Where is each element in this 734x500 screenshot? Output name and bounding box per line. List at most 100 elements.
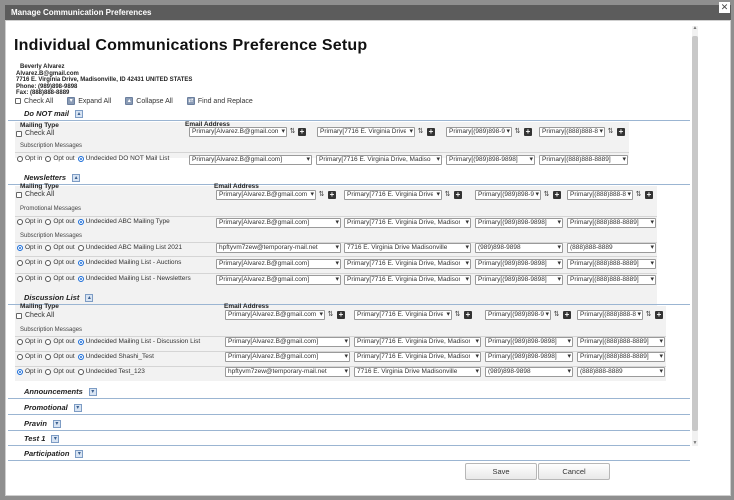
opt-out-radio[interactable]	[45, 275, 52, 282]
save-button[interactable]: Save	[465, 463, 537, 480]
sort-icon[interactable]: ⇅	[543, 191, 550, 199]
email-select[interactable]: Primary[Alvarez.B@gmail.com]	[225, 337, 350, 347]
undecided-radio[interactable]	[77, 368, 84, 375]
add-icon[interactable]: +	[645, 191, 653, 199]
address-select[interactable]: Primary[7716 E. Virginia Drive, Madisonv…	[354, 352, 481, 362]
address-select[interactable]: 7716 E. Virginia Drive Madisonville	[354, 367, 481, 377]
section-newsletters[interactable]: Newsletters ▴	[8, 171, 690, 185]
fax-select[interactable]: (888)888-8889	[567, 243, 656, 253]
email-select[interactable]: Primary[Alvarez.B@gmail.com]	[216, 259, 341, 269]
opt-in-radio[interactable]	[17, 338, 23, 345]
add-icon[interactable]: +	[328, 191, 336, 199]
subscription-row[interactable]: Opt in Opt out Undecided DO NOT Mail Lis…	[16, 155, 169, 162]
expand-all-button[interactable]: ▾ Expand All	[67, 97, 111, 105]
section-promotional[interactable]: Promotional ▾	[8, 401, 690, 415]
sort-icon[interactable]: ⇅	[645, 311, 652, 319]
opt-out-radio[interactable]	[45, 155, 52, 162]
fax-select[interactable]: Primary[(888)888-8889]	[567, 259, 656, 269]
scroll-down-icon[interactable]: ▼	[692, 441, 698, 446]
undecided-radio[interactable]	[77, 275, 84, 282]
sort-icon[interactable]: ⇅	[318, 191, 325, 199]
address-select[interactable]: Primary[7716 E. Virginia Drive, Madisonv…	[344, 259, 471, 269]
address-select[interactable]: Primary[7716 E. Virginia Drive, Madisonv…	[354, 310, 452, 320]
phone-select[interactable]: Primary[(989)898-9898]	[446, 155, 535, 165]
add-icon[interactable]: +	[298, 128, 306, 136]
scrollbar-thumb[interactable]	[692, 36, 698, 431]
opt-in-radio[interactable]	[17, 218, 23, 225]
fax-select[interactable]: Primary[(888)888-8889]	[567, 190, 633, 200]
sort-icon[interactable]: ⇅	[454, 311, 461, 319]
opt-in-radio[interactable]	[17, 155, 23, 162]
section-announcements[interactable]: Announcements ▾	[8, 385, 690, 399]
phone-select[interactable]: Primary[(989)898-9898]	[485, 310, 551, 320]
sort-icon[interactable]: ⇅	[417, 128, 424, 136]
collapse-toggle-icon[interactable]: ▴	[85, 294, 94, 303]
check-all-row[interactable]: Check All	[16, 130, 54, 137]
add-icon[interactable]: +	[655, 311, 663, 319]
fax-select[interactable]: Primary[(888)888-8889]	[577, 337, 665, 347]
opt-out-radio[interactable]	[45, 244, 52, 251]
collapse-toggle-icon[interactable]: ▴	[72, 174, 81, 183]
promotional-row[interactable]: Opt in Opt out Undecided ABC Mailing Typ…	[16, 218, 170, 225]
add-icon[interactable]: +	[337, 311, 345, 319]
add-icon[interactable]: +	[524, 128, 532, 136]
opt-in-radio[interactable]	[17, 275, 23, 282]
check-all-row[interactable]: Check All	[16, 312, 54, 319]
undecided-radio[interactable]	[77, 353, 84, 360]
address-select[interactable]: Primary[7716 E. Virginia Drive, Madisonv…	[354, 337, 481, 347]
expand-toggle-icon[interactable]: ▾	[88, 388, 97, 397]
add-icon[interactable]: +	[427, 128, 435, 136]
section-do-not-mail[interactable]: Do NOT mail ▴	[8, 107, 690, 121]
scroll-up-icon[interactable]: ▲	[692, 26, 698, 31]
phone-select[interactable]: (989)898-9898	[485, 367, 573, 377]
undecided-radio[interactable]	[77, 259, 84, 266]
subscription-row[interactable]: Opt in Opt out Undecided ABC Mailing Lis…	[16, 244, 182, 251]
check-all-toggle[interactable]: Check All	[15, 97, 53, 105]
add-icon[interactable]: +	[563, 311, 571, 319]
address-select[interactable]: Primary[7716 E. Virginia Drive, Madisonv…	[344, 218, 471, 228]
sort-icon[interactable]: ⇅	[444, 191, 451, 199]
subscription-row[interactable]: Opt in Opt out Undecided Mailing List - …	[16, 338, 200, 345]
phone-select[interactable]: Primary[(989)898-9898]	[475, 275, 563, 285]
add-icon[interactable]: +	[464, 311, 472, 319]
sort-icon[interactable]: ⇅	[327, 311, 334, 319]
sort-icon[interactable]: ⇅	[289, 128, 296, 136]
email-select[interactable]: hpftyvm7zew@temporary-mail.net	[216, 243, 341, 253]
section-test-1[interactable]: Test 1 ▾	[8, 432, 690, 446]
section-pravin[interactable]: Pravin ▾	[8, 417, 690, 431]
subscription-row[interactable]: Opt in Opt out Undecided Mailing List - …	[16, 275, 191, 282]
opt-in-radio[interactable]	[17, 353, 23, 360]
phone-select[interactable]: Primary[(989)898-9898]	[446, 127, 512, 137]
address-select[interactable]: Primary[7716 E. Virginia Drive, Madisonv…	[344, 190, 442, 200]
fax-select[interactable]: (888)888-8889	[577, 367, 665, 377]
section-discussion-list[interactable]: Discussion List ▴	[8, 291, 690, 305]
check-all-row[interactable]: Check All	[16, 191, 54, 198]
opt-in-radio[interactable]	[17, 259, 23, 266]
add-icon[interactable]: +	[454, 191, 462, 199]
email-select[interactable]: Primary[Alvarez.B@gmail.com]	[216, 190, 316, 200]
collapse-toggle-icon[interactable]: ▴	[75, 110, 84, 119]
opt-out-radio[interactable]	[45, 368, 52, 375]
email-select[interactable]: Primary[Alvarez.B@gmail.com]	[216, 218, 341, 228]
phone-select[interactable]: Primary[(989)898-9898]	[485, 337, 573, 347]
opt-out-radio[interactable]	[45, 338, 52, 345]
expand-toggle-icon[interactable]: ▾	[75, 450, 84, 459]
address-select[interactable]: Primary[7716 E. Virginia Drive, Madisonv…	[316, 155, 442, 165]
fax-select[interactable]: Primary[(888)888-8889]	[567, 218, 656, 228]
subscription-row[interactable]: Opt in Opt out Undecided Test_123	[16, 368, 145, 375]
subscription-row[interactable]: Opt in Opt out Undecided Shashi_Test	[16, 353, 154, 360]
undecided-radio[interactable]	[77, 218, 84, 225]
fax-select[interactable]: Primary[(888)888-8889]	[577, 352, 665, 362]
opt-in-radio[interactable]	[17, 368, 23, 375]
undecided-radio[interactable]	[77, 244, 84, 251]
subscription-row[interactable]: Opt in Opt out Undecided Mailing List - …	[16, 259, 181, 266]
phone-select[interactable]: Primary[(989)898-9898]	[475, 190, 541, 200]
email-select[interactable]: Primary[Alvarez.B@gmail.com]	[189, 155, 312, 165]
sort-icon[interactable]: ⇅	[514, 128, 521, 136]
email-select[interactable]: Primary[Alvarez.B@gmail.com]	[189, 127, 287, 137]
add-icon[interactable]: +	[553, 191, 561, 199]
expand-toggle-icon[interactable]: ▾	[73, 404, 82, 413]
undecided-radio[interactable]	[77, 155, 84, 162]
email-select[interactable]: hpftyvm7zew@temporary-mail.net	[225, 367, 350, 377]
phone-select[interactable]: (989)898-9898	[475, 243, 563, 253]
